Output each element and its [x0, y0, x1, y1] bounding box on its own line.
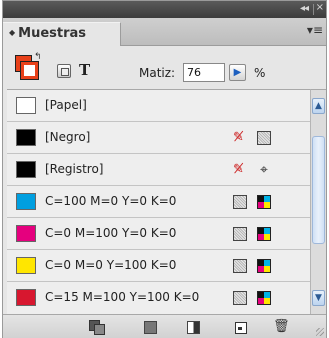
scroll-down-icon[interactable]: ▼ [312, 290, 325, 306]
no-edit-icon: ✎̸ [233, 162, 244, 177]
swatch-chip [16, 289, 36, 306]
show-gradient-swatches-icon[interactable] [185, 319, 201, 334]
swatch-name: [Negro] [45, 130, 91, 144]
panel-bottom-toolbar: 🗑 [3, 314, 326, 338]
list-item[interactable]: C=15 M=100 Y=100 K=0 [7, 282, 310, 314]
fill-stroke-icon[interactable]: ↰ [15, 52, 42, 81]
title-separator [313, 4, 314, 15]
scroll-thumb[interactable] [312, 136, 325, 244]
list-item[interactable]: [Negro] ✎̸ [7, 122, 310, 154]
cmyk-icon [233, 195, 247, 209]
process-icon [257, 227, 271, 241]
formatting-text-button[interactable]: T [79, 61, 90, 79]
swatch-chip [16, 161, 36, 178]
tab-muestras[interactable]: ◆ Muestras [3, 22, 121, 46]
swatch-name: C=100 M=0 Y=0 K=0 [45, 194, 177, 208]
list-item[interactable]: C=100 M=0 Y=0 K=0 [7, 186, 310, 218]
no-edit-icon: ✎̸ [233, 130, 244, 145]
tint-label: Matiz: [139, 66, 176, 80]
swatch-name: C=0 M=0 Y=100 K=0 [45, 258, 177, 272]
scroll-up-icon[interactable]: ▲ [312, 98, 325, 114]
show-all-swatches-icon[interactable] [89, 319, 105, 335]
close-icon[interactable]: × [316, 2, 324, 13]
cmyk-icon [233, 259, 247, 273]
swatch-name: [Registro] [45, 162, 104, 176]
resize-grip-icon[interactable] [316, 328, 324, 336]
swatch-list: [Papel] [Negro] ✎̸ [Registro] ✎̸ ⌖ C=100… [7, 89, 310, 314]
list-scrollbar[interactable]: ▲ ▼ [310, 89, 326, 314]
swatch-chip [16, 257, 36, 274]
swatch-name: C=0 M=100 Y=0 K=0 [45, 226, 177, 240]
swatches-panel: ◂◂ × ◆Muestras ▾≡ ↰ T Matiz: ▶ % [Papel]… [2, 0, 327, 338]
swap-arrow-icon[interactable]: ↰ [34, 52, 42, 62]
list-item[interactable]: C=0 M=100 Y=0 K=0 [7, 218, 310, 250]
panel-tab-row: ◆ Muestras ▾≡ [3, 18, 326, 46]
tint-input[interactable] [183, 63, 225, 82]
list-item[interactable]: [Registro] ✎̸ ⌖ [7, 154, 310, 186]
collapse-icon[interactable]: ◂◂ [300, 3, 309, 14]
tint-unit: % [254, 66, 266, 80]
formatting-container-button[interactable] [57, 64, 71, 78]
new-swatch-icon[interactable] [232, 319, 248, 334]
swatch-chip [16, 193, 36, 210]
show-color-swatches-icon[interactable] [142, 319, 158, 334]
swatch-tools-row: ↰ T Matiz: ▶ % [3, 47, 326, 89]
process-icon [257, 195, 271, 209]
swatch-name: [Papel] [45, 98, 87, 112]
tint-slider-arrow-button[interactable]: ▶ [229, 64, 246, 81]
process-icon [257, 259, 271, 273]
swatch-name: C=15 M=100 Y=100 K=0 [45, 290, 200, 304]
cmyk-icon [257, 131, 271, 145]
stroke-swatch-icon[interactable] [20, 61, 39, 80]
list-item[interactable]: [Papel] [7, 90, 310, 122]
swatch-chip [16, 225, 36, 242]
delete-swatch-icon[interactable]: 🗑 [273, 319, 290, 334]
tab-expand-icon[interactable]: ◆ [9, 28, 15, 37]
list-item[interactable]: C=0 M=0 Y=100 K=0 [7, 250, 310, 282]
swatch-chip [16, 97, 36, 114]
panel-menu-icon[interactable]: ▾≡ [307, 23, 323, 37]
cmyk-icon [233, 227, 247, 241]
cmyk-icon [233, 291, 247, 305]
panel-title-bar: ◂◂ × [3, 1, 326, 18]
registration-icon: ⌖ [260, 162, 268, 178]
swatch-chip [16, 129, 36, 146]
tab-label: Muestras [18, 26, 87, 41]
process-icon [257, 291, 271, 305]
